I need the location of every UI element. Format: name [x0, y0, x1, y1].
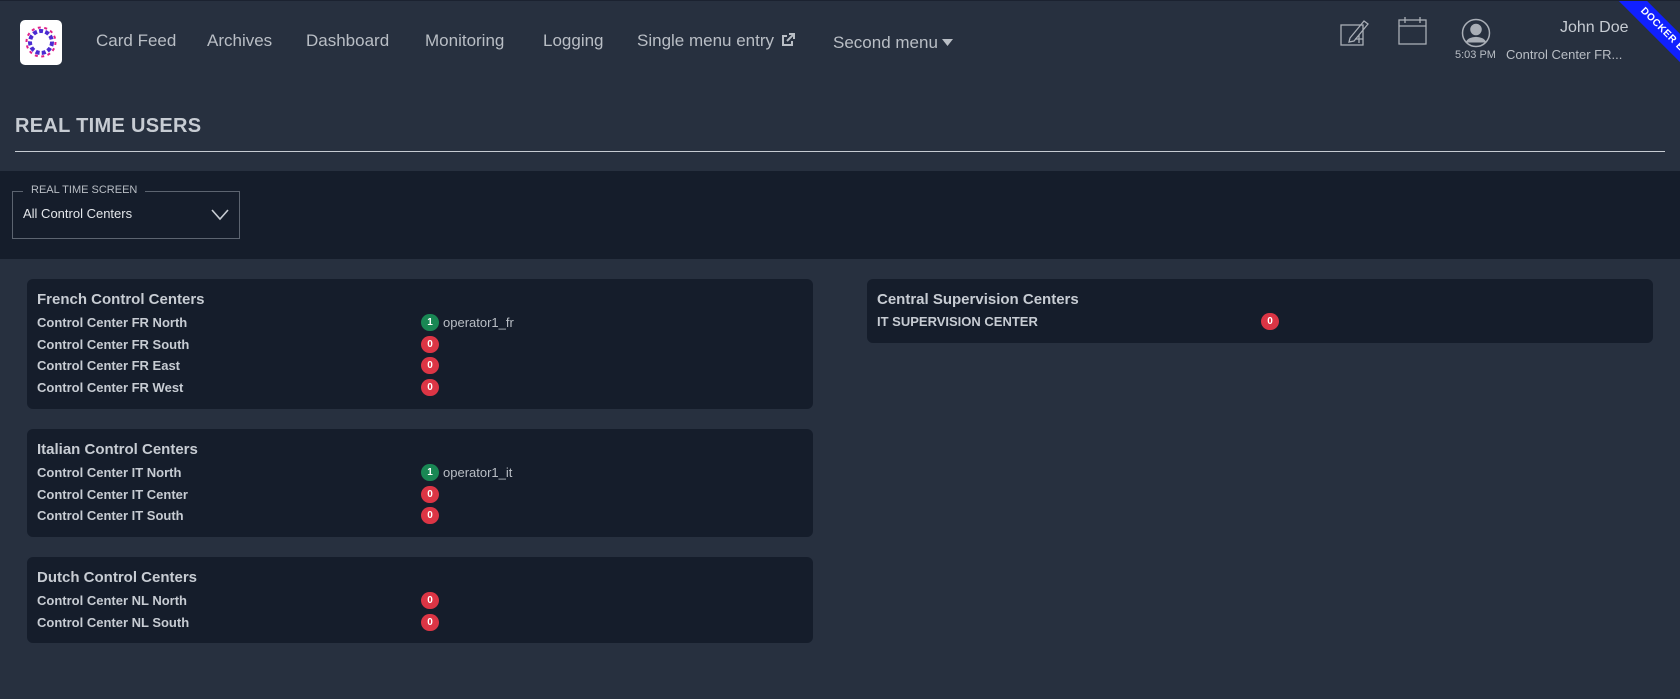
entity-name: Control Center IT Center — [37, 487, 188, 502]
nav-monitoring[interactable]: Monitoring — [425, 31, 504, 51]
user-count-badge: 0 — [421, 357, 439, 374]
entity-name: Control Center FR North — [37, 315, 188, 330]
entity-name: IT SUPERVISION CENTER — [877, 314, 1038, 329]
entity-name: Control Center FR East — [37, 358, 181, 373]
entity-row: Control Center FR South 0 — [37, 336, 823, 357]
entity-row: IT SUPERVISION CENTER 0 — [877, 313, 1663, 334]
connected-user: operator1_it — [443, 465, 513, 480]
group-title: French Control Centers — [37, 291, 205, 308]
nav-card-feed[interactable]: Card Feed — [96, 31, 176, 51]
real-time-screen-select[interactable]: REAL TIME SCREEN All Control Centers — [12, 184, 240, 239]
nav-dashboard[interactable]: Dashboard — [306, 31, 389, 51]
nav-archives[interactable]: Archives — [207, 31, 272, 51]
group-panel-dutch: Dutch Control Centers Control Center NL … — [27, 557, 813, 643]
entity-name: Control Center FR South — [37, 337, 190, 352]
user-count-badge: 0 — [1261, 313, 1279, 330]
entity-row: Control Center NL North 0 — [37, 592, 823, 613]
external-link-icon — [780, 32, 796, 53]
environment-ribbon-label: DOCKER ENV — [1617, 1, 1680, 76]
user-count-badge: 0 — [421, 486, 439, 503]
entity-name: Control Center NL North — [37, 593, 187, 608]
nav-logging[interactable]: Logging — [543, 31, 604, 51]
group-panel-central: Central Supervision Centers IT SUPERVISI… — [867, 279, 1653, 343]
user-count-badge: 0 — [421, 379, 439, 396]
user-count-badge: 0 — [421, 507, 439, 524]
current-time: 5:03 PM — [1455, 49, 1496, 61]
app-logo[interactable] — [20, 20, 62, 65]
entity-row: Control Center IT North 1 operator1_it — [37, 464, 823, 485]
user-count-badge: 0 — [421, 336, 439, 353]
select-value: All Control Centers — [23, 206, 133, 221]
entity-row: Control Center FR East 0 — [37, 357, 823, 378]
user-count-badge: 0 — [421, 592, 439, 609]
entity-row: Control Center IT Center 0 — [37, 486, 823, 507]
entity-row: Control Center NL South 0 — [37, 614, 823, 635]
calendar-icon[interactable] — [1398, 16, 1428, 51]
entity-name: Control Center FR West — [37, 380, 184, 395]
group-title: Italian Control Centers — [37, 441, 198, 458]
title-divider — [15, 151, 1665, 152]
opfab-logo-icon — [25, 26, 57, 58]
create-card-icon[interactable] — [1340, 17, 1370, 52]
entity-row: Control Center IT South 0 — [37, 507, 823, 528]
nav-second-menu[interactable]: Second menu — [833, 31, 953, 53]
chevron-down-icon — [211, 208, 229, 226]
user-count-badge: 1 — [421, 464, 439, 481]
user-count-badge: 0 — [421, 614, 439, 631]
entity-name: Control Center NL South — [37, 615, 190, 630]
connected-user: operator1_fr — [443, 315, 514, 330]
nav-single-menu-entry[interactable]: Single menu entry — [637, 31, 796, 53]
caret-down-icon — [941, 31, 953, 51]
filter-bar: REAL TIME SCREEN All Control Centers — [0, 171, 1680, 259]
group-panel-italian: Italian Control Centers Control Center I… — [27, 429, 813, 537]
group-title: Dutch Control Centers — [37, 569, 198, 586]
page-title: REAL TIME USERS — [15, 115, 202, 137]
entity-name: Control Center IT South — [37, 508, 184, 523]
entity-name: Control Center IT North — [37, 465, 182, 480]
user-avatar-icon[interactable] — [1461, 18, 1491, 53]
environment-ribbon: DOCKER ENV — [1605, 1, 1680, 76]
group-panel-french: French Control Centers Control Center FR… — [27, 279, 813, 409]
top-navbar: Card Feed Archives Dashboard Monitoring … — [0, 0, 1680, 83]
entity-row: Control Center FR North 1 operator1_fr — [37, 314, 823, 335]
user-count-badge: 1 — [421, 314, 439, 331]
entity-row: Control Center FR West 0 — [37, 379, 823, 400]
select-legend: REAL TIME SCREEN — [23, 184, 146, 196]
group-title: Central Supervision Centers — [877, 291, 1079, 308]
